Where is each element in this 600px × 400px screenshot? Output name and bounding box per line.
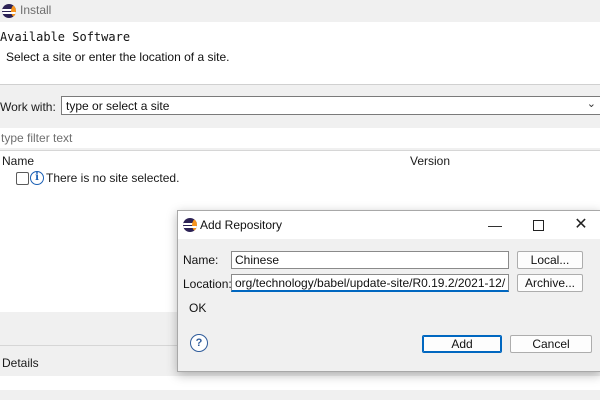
details-area	[0, 376, 600, 390]
name-field[interactable]: Chinese	[231, 251, 509, 269]
install-window-titlebar: Install	[0, 0, 600, 22]
work-with-value: type or select a site	[66, 99, 170, 113]
close-button[interactable]: ✕	[560, 211, 600, 239]
info-icon: i	[30, 171, 44, 185]
dialog-titlebar[interactable]: Add Repository — ✕	[178, 211, 600, 239]
local-button[interactable]: Local...	[517, 251, 583, 269]
page-description: Select a site or enter the location of a…	[6, 50, 230, 64]
column-header-name[interactable]: Name	[2, 154, 34, 168]
location-field[interactable]: org/technology/babel/update-site/R0.19.2…	[231, 274, 509, 292]
minimize-icon: —	[488, 217, 502, 233]
filter-input[interactable]	[0, 128, 600, 148]
work-with-label: Work with:	[0, 100, 56, 114]
dialog-title: Add Repository	[200, 218, 283, 232]
add-button[interactable]: Add	[422, 335, 502, 353]
maximize-button[interactable]	[517, 211, 559, 239]
location-label: Location:	[183, 277, 232, 291]
empty-message: There is no site selected.	[46, 171, 180, 185]
column-header-version[interactable]: Version	[410, 154, 450, 168]
details-label: Details	[2, 356, 39, 370]
minimize-button[interactable]: —	[474, 211, 516, 239]
cancel-button[interactable]: Cancel	[510, 335, 592, 353]
row-checkbox[interactable]	[16, 172, 29, 185]
header-divider	[0, 84, 600, 85]
chevron-down-icon[interactable]: ⌄	[587, 97, 596, 110]
eclipse-logo-icon	[2, 4, 16, 18]
help-icon[interactable]: ?	[190, 334, 208, 352]
window-title: Install	[20, 3, 52, 17]
close-icon: ✕	[574, 216, 588, 233]
archive-button[interactable]: Archive...	[517, 274, 583, 292]
work-with-combo[interactable]: type or select a site ⌄	[61, 96, 600, 115]
name-label: Name:	[183, 253, 219, 267]
page-title: Available Software	[0, 30, 131, 44]
maximize-icon	[533, 220, 544, 231]
add-repository-dialog: Add Repository — ✕ Name: Chinese Local..…	[177, 210, 600, 372]
status-message: OK	[189, 301, 207, 315]
eclipse-logo-icon	[183, 218, 197, 232]
